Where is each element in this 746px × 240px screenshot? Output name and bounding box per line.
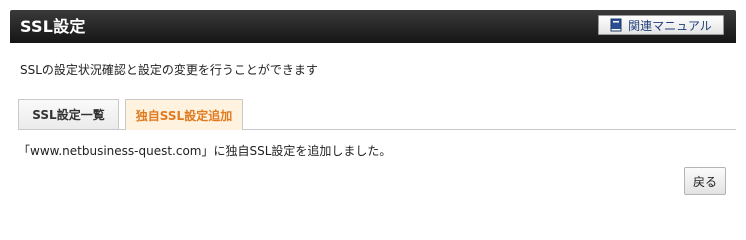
tab-ssl-list[interactable]: SSL設定一覧 [18, 99, 119, 129]
tab-add-custom-ssl-label: 独自SSL設定追加 [135, 108, 233, 123]
back-button[interactable]: 戻る [684, 167, 726, 195]
related-manual-button[interactable]: 関連マニュアル [598, 15, 724, 35]
page-description: SSLの設定状況確認と設定の変更を行うことができます [20, 63, 318, 77]
result-message: 「www.netbusiness-quest.com」に独自SSL設定を追加しま… [18, 144, 392, 158]
related-manual-label: 関連マニュアル [628, 18, 712, 33]
panel-header: SSL設定 関連マニュアル [10, 10, 736, 43]
tab-add-custom-ssl[interactable]: 独自SSL設定追加 [125, 99, 243, 130]
tab-ssl-list-label: SSL設定一覧 [32, 108, 105, 122]
tab-bar: SSL設定一覧 独自SSL設定追加 [18, 99, 736, 130]
book-icon [610, 18, 622, 32]
ssl-settings-panel: SSL設定 関連マニュアル SSLの設定状況確認と設定の変更を行うことができます… [10, 10, 736, 204]
page-title: SSL設定 [20, 17, 86, 36]
